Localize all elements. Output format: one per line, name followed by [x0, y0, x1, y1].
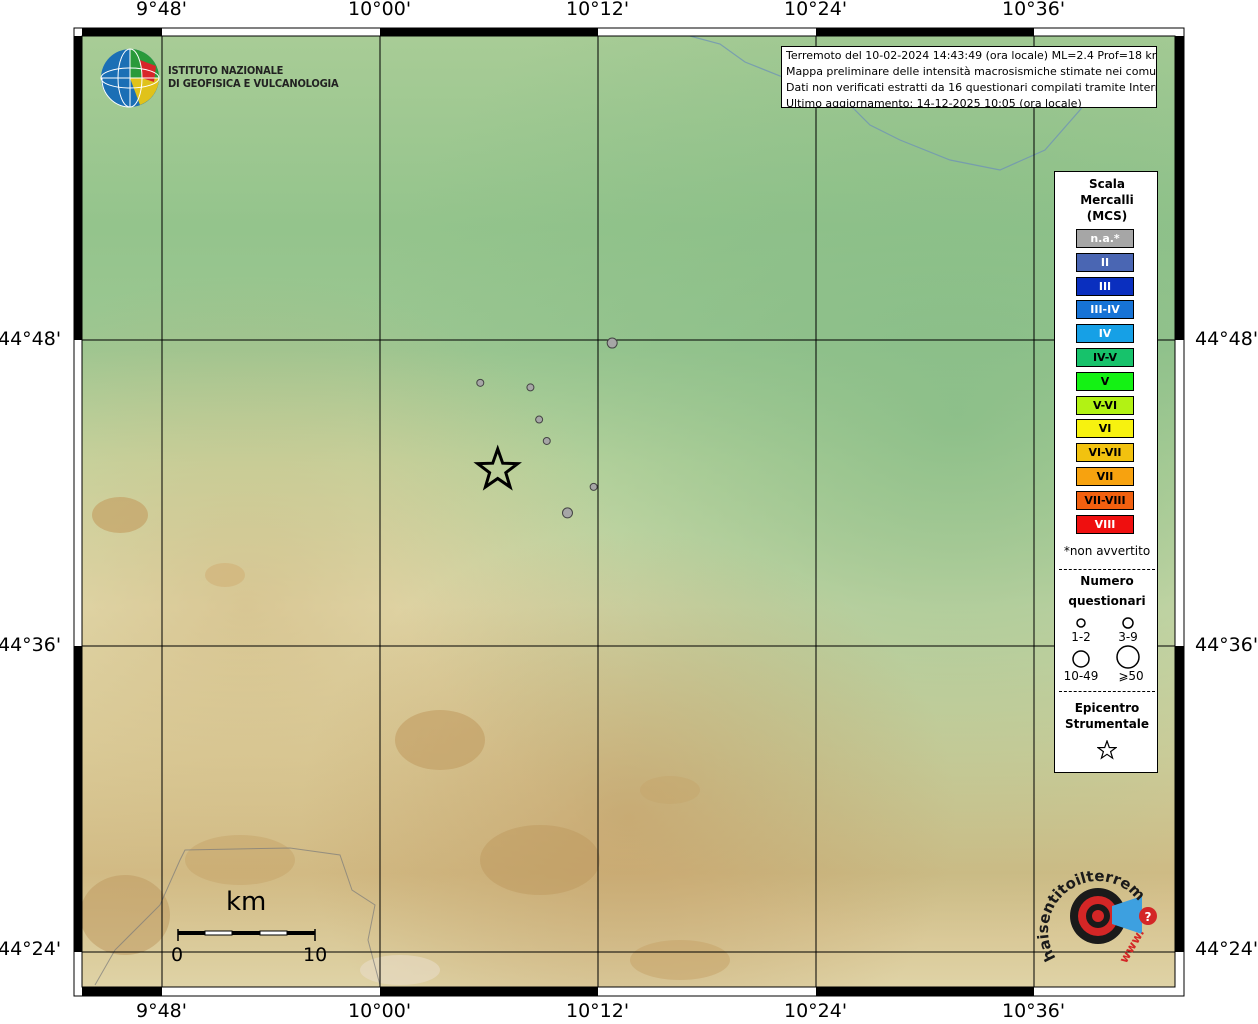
bottom-lon-label: 10°00'	[348, 1000, 412, 1022]
frame-segment	[816, 987, 1034, 996]
frame-segment	[816, 28, 1034, 36]
intensity-point	[476, 378, 485, 387]
bottom-lon-label: 10°36'	[1002, 1000, 1066, 1022]
mcs-swatch: VII	[1076, 467, 1134, 486]
frame-segment	[1175, 36, 1184, 340]
top-lon-label: 10°24'	[784, 0, 848, 20]
top-lon-label: 10°36'	[1002, 0, 1066, 20]
top-lon-label: 10°12'	[566, 0, 630, 20]
count-label-50-plus: ⩾50	[1118, 669, 1144, 683]
bottom-lon-label: 9°48'	[136, 1000, 187, 1022]
hsit-logo-url: www.	[1116, 926, 1147, 965]
mcs-swatch: V	[1076, 371, 1134, 391]
not-felt-note: *non avvertito	[1063, 544, 1151, 558]
count-symbol-xlarge	[1116, 645, 1140, 669]
intensity-point	[589, 482, 598, 491]
map-description: Mappa preliminare delle intensità macros…	[786, 65, 1157, 78]
right-lat-label: 44°48'	[1195, 328, 1258, 350]
mcs-swatch: VIII	[1076, 514, 1134, 534]
mcs-swatch: IV-V	[1076, 348, 1134, 367]
bottom-lon-label: 10°24'	[784, 1000, 848, 1022]
mcs-swatch: VI	[1076, 419, 1134, 439]
ingv-logo	[100, 48, 162, 110]
left-lat-label: 44°24'	[0, 938, 62, 960]
star-icon	[1097, 740, 1117, 760]
scale-start: 0	[171, 944, 184, 966]
count-label-10-49: 10-49	[1063, 669, 1099, 683]
intensity-point	[535, 415, 544, 424]
legend-divider	[1059, 691, 1155, 692]
scale-end: 10	[303, 944, 328, 966]
legend-title-mercalli: Mercalli	[1080, 193, 1134, 207]
count-symbol-medium	[1122, 617, 1134, 629]
bottom-lon-label: 10°12'	[566, 1000, 630, 1022]
legend-panel: Scala Mercalli (MCS) n.a.* II III III-IV IV I…	[1054, 171, 1158, 773]
mcs-swatch: IV	[1076, 324, 1134, 344]
frame-segment	[74, 36, 82, 340]
mcs-swatch: III	[1076, 276, 1134, 296]
logo-line-1: ISTITUTO NAZIONALE	[168, 64, 284, 77]
count-symbol-large	[1072, 650, 1090, 668]
mcs-swatch: VI-VII	[1076, 443, 1134, 463]
hsit-logo-graphic: ? haisentitoilterremoto.it www.	[1029, 846, 1157, 966]
event-summary: Terremoto del 10-02-2024 14:43:49 (ora l…	[786, 49, 1157, 62]
top-lon-label: 9°48'	[136, 0, 187, 20]
frame-segment	[380, 28, 598, 36]
count-title-questionari: questionari	[1068, 594, 1146, 608]
intensity-point	[606, 337, 618, 349]
legend-title-mcs: (MCS)	[1086, 209, 1128, 223]
frame-segment	[380, 987, 598, 996]
left-lat-label: 44°48'	[0, 328, 62, 350]
intensity-point	[561, 507, 573, 519]
mcs-swatch: n.a.*	[1076, 229, 1134, 248]
last-update: Ultimo aggiornamento: 14-12-2025 10:05 (…	[786, 97, 1082, 108]
legend-divider	[1059, 569, 1155, 570]
ingv-logo-text: ISTITUTO NAZIONALE DI GEOFISICA E VULCAN…	[168, 64, 339, 90]
epicenter-title-2: Strumentale	[1064, 717, 1150, 731]
frame-segment	[74, 646, 82, 952]
mcs-swatch: III-IV	[1076, 300, 1134, 320]
mcs-swatch: V-VI	[1076, 395, 1134, 415]
count-label-1-2: 1-2	[1071, 630, 1091, 644]
left-lat-label: 44°36'	[0, 634, 62, 656]
data-source-note: Dati non verificati estratti da 16 quest…	[786, 81, 1157, 94]
mcs-swatch: II	[1076, 252, 1134, 272]
svg-text:?: ?	[1145, 910, 1152, 924]
legend-title-scala: Scala	[1088, 177, 1126, 191]
hsit-logo: ? haisentitoilterremoto.it www.	[1029, 846, 1160, 980]
count-symbol-small	[1076, 618, 1086, 628]
event-info-box: Terremoto del 10-02-2024 14:43:49 (ora l…	[781, 46, 1157, 108]
frame-segment	[82, 987, 162, 996]
count-label-3-9: 3-9	[1118, 630, 1138, 644]
right-lat-label: 44°24'	[1195, 938, 1258, 960]
frame-segment	[1175, 646, 1184, 952]
globe-icon	[100, 48, 160, 108]
top-lon-label: 10°00'	[348, 0, 412, 20]
logo-line-2: DI GEOFISICA E VULCANOLOGIA	[168, 77, 339, 90]
epicenter-title-1: Epicentro	[1074, 701, 1140, 715]
macroseismic-map-page: 9°48' 10°00' 10°12' 10°24' 10°36' 9°48' …	[0, 0, 1258, 1024]
scale-unit: km	[226, 887, 267, 917]
frame-segment	[82, 28, 162, 36]
mcs-swatch: VII-VIII	[1076, 490, 1134, 510]
count-title-numero: Numero	[1080, 574, 1134, 588]
terrain-relief	[82, 36, 1175, 987]
intensity-point	[526, 383, 535, 392]
right-lat-label: 44°36'	[1195, 634, 1258, 656]
intensity-point	[542, 436, 551, 445]
